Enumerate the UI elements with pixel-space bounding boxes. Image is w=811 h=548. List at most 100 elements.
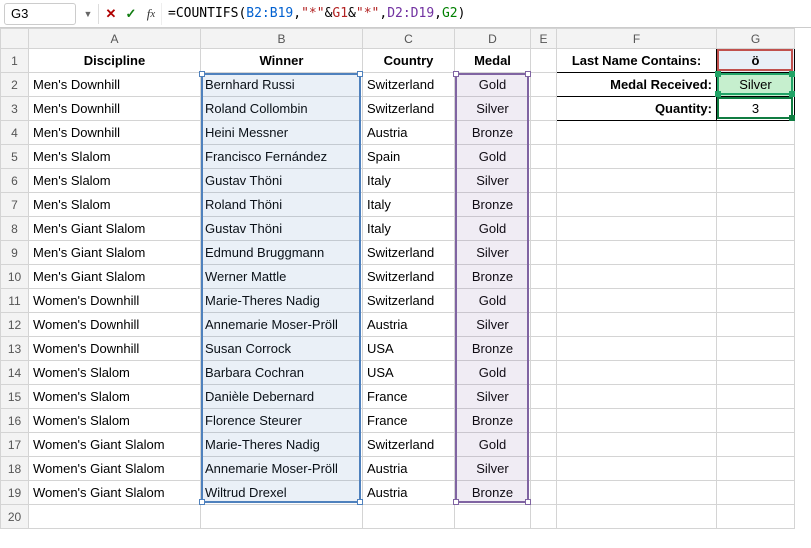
cell[interactable] — [557, 361, 717, 385]
cell[interactable] — [717, 289, 795, 313]
cell[interactable]: Austria — [363, 481, 455, 505]
cell[interactable] — [531, 361, 557, 385]
cell[interactable] — [531, 337, 557, 361]
name-box[interactable]: G3 — [4, 3, 76, 25]
cell[interactable]: Women's Slalom — [29, 409, 201, 433]
cell[interactable]: Switzerland — [363, 97, 455, 121]
cell[interactable] — [363, 505, 455, 529]
cell[interactable] — [531, 145, 557, 169]
cell[interactable] — [557, 337, 717, 361]
cell[interactable] — [717, 241, 795, 265]
cell[interactable] — [531, 193, 557, 217]
cell[interactable] — [557, 433, 717, 457]
cell[interactable]: Switzerland — [363, 289, 455, 313]
row-header[interactable]: 17 — [1, 433, 29, 457]
row-header[interactable]: 18 — [1, 457, 29, 481]
cell[interactable] — [717, 481, 795, 505]
cell[interactable]: Werner Mattle — [201, 265, 363, 289]
col-header-B[interactable]: B — [201, 29, 363, 49]
cell[interactable]: Women's Giant Slalom — [29, 481, 201, 505]
cell[interactable] — [531, 433, 557, 457]
row-header[interactable]: 5 — [1, 145, 29, 169]
cell[interactable]: Discipline — [29, 49, 201, 73]
cell[interactable]: Women's Slalom — [29, 361, 201, 385]
cell[interactable] — [557, 169, 717, 193]
cell[interactable]: Annemarie Moser-Pröll — [201, 313, 363, 337]
cell[interactable] — [557, 145, 717, 169]
cancel-button[interactable]: ✕ — [101, 3, 121, 25]
cell[interactable] — [557, 241, 717, 265]
cell[interactable] — [557, 505, 717, 529]
cell[interactable]: Austria — [363, 313, 455, 337]
cell[interactable] — [717, 145, 795, 169]
cell[interactable]: Women's Downhill — [29, 289, 201, 313]
cell[interactable]: Roland Thöni — [201, 193, 363, 217]
cell-G1[interactable]: ö — [717, 49, 795, 73]
row-header[interactable]: 9 — [1, 241, 29, 265]
cell[interactable] — [531, 457, 557, 481]
cell[interactable]: Silver — [455, 97, 531, 121]
cell[interactable] — [557, 457, 717, 481]
cell[interactable]: Austria — [363, 121, 455, 145]
cell[interactable]: Barbara Cochran — [201, 361, 363, 385]
cell[interactable]: Heini Messner — [201, 121, 363, 145]
cell[interactable]: Medal — [455, 49, 531, 73]
select-all-corner[interactable] — [1, 29, 29, 49]
cell[interactable] — [717, 433, 795, 457]
cell[interactable]: Gold — [455, 433, 531, 457]
cell[interactable]: Bronze — [455, 193, 531, 217]
row-header[interactable]: 12 — [1, 313, 29, 337]
cell[interactable]: Gold — [455, 289, 531, 313]
cell[interactable] — [717, 457, 795, 481]
cell[interactable]: Silver — [455, 169, 531, 193]
cell[interactable] — [557, 193, 717, 217]
cell[interactable]: Gold — [455, 361, 531, 385]
label-last-name-contains[interactable]: Last Name Contains: — [557, 49, 717, 73]
cell[interactable] — [531, 265, 557, 289]
cell[interactable]: Country — [363, 49, 455, 73]
cell[interactable] — [531, 97, 557, 121]
col-header-D[interactable]: D — [455, 29, 531, 49]
cell[interactable]: Bronze — [455, 481, 531, 505]
row-header[interactable]: 13 — [1, 337, 29, 361]
formula-input[interactable]: =COUNTIFS(B2:B19,"*"&G1&"*",D2:D19,G2) — [161, 3, 811, 25]
cell[interactable]: Marie-Theres Nadig — [201, 433, 363, 457]
cell[interactable]: Austria — [363, 457, 455, 481]
cell[interactable] — [717, 409, 795, 433]
cell[interactable]: Gustav Thöni — [201, 169, 363, 193]
cell[interactable] — [557, 409, 717, 433]
cell[interactable]: Men's Downhill — [29, 121, 201, 145]
cell[interactable] — [455, 505, 531, 529]
col-header-E[interactable]: E — [531, 29, 557, 49]
cell[interactable]: Italy — [363, 169, 455, 193]
cell[interactable]: Men's Slalom — [29, 145, 201, 169]
cell[interactable] — [717, 193, 795, 217]
cell[interactable]: Bronze — [455, 409, 531, 433]
cell[interactable]: Bronze — [455, 121, 531, 145]
cell[interactable]: Medal Received: — [557, 73, 717, 97]
cell[interactable] — [717, 361, 795, 385]
cell[interactable]: Bronze — [455, 337, 531, 361]
cell[interactable]: Danièle Debernard — [201, 385, 363, 409]
row-header[interactable]: 15 — [1, 385, 29, 409]
row-header[interactable]: 2 — [1, 73, 29, 97]
cell[interactable]: Switzerland — [363, 433, 455, 457]
name-box-dropdown-icon[interactable]: ▼ — [80, 9, 96, 19]
cell[interactable] — [717, 121, 795, 145]
cell[interactable] — [717, 505, 795, 529]
cell[interactable]: Francisco Fernández — [201, 145, 363, 169]
row-header[interactable]: 4 — [1, 121, 29, 145]
cell[interactable]: Silver — [717, 73, 795, 97]
cell[interactable]: Switzerland — [363, 265, 455, 289]
cell[interactable] — [557, 385, 717, 409]
cell[interactable] — [717, 265, 795, 289]
cell[interactable] — [717, 169, 795, 193]
cell[interactable] — [531, 409, 557, 433]
cell[interactable]: Men's Slalom — [29, 169, 201, 193]
cell[interactable]: Men's Giant Slalom — [29, 217, 201, 241]
cell[interactable] — [557, 481, 717, 505]
cell[interactable]: Spain — [363, 145, 455, 169]
cell[interactable]: Gustav Thöni — [201, 217, 363, 241]
cell[interactable]: 3 — [717, 97, 795, 121]
cell[interactable] — [531, 121, 557, 145]
